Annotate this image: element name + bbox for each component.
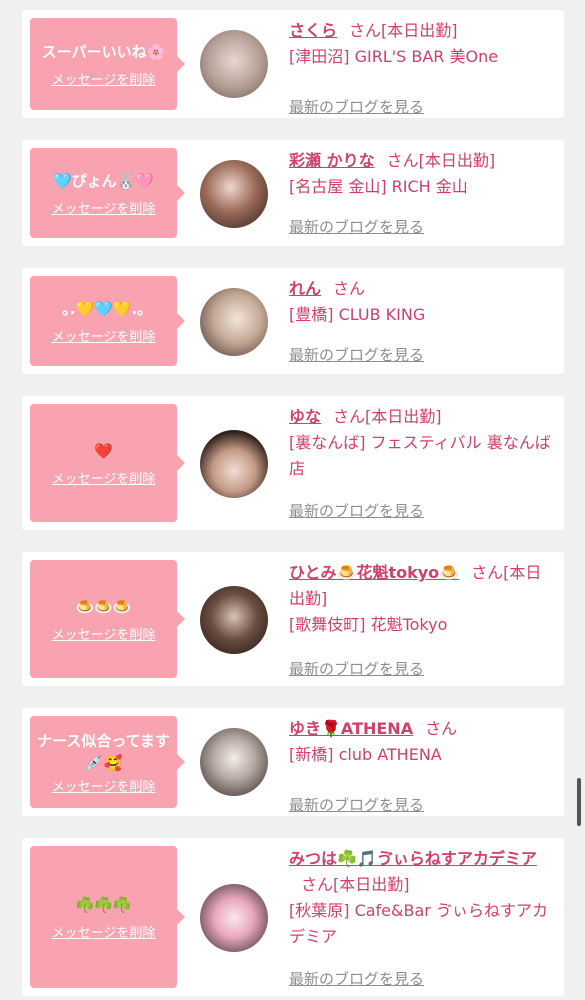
message-bubble: ｡.💛🩵💛.｡ メッセージを削除 bbox=[30, 276, 185, 366]
message-card: スーパーいいね🌸 メッセージを削除 さくら さん[本日出勤] [津田沼] GIRL… bbox=[22, 10, 564, 118]
san-suffix: さん bbox=[333, 407, 366, 426]
avatar[interactable] bbox=[200, 586, 268, 654]
shop-name: [名古屋 金山] RICH 金山 bbox=[289, 177, 468, 196]
shop-name: [秋葉原] Cafe&Bar ゔぃらねすアカデミア bbox=[289, 901, 548, 946]
cast-name-link[interactable]: さくら bbox=[289, 21, 337, 40]
message-card: ｡.💛🩵💛.｡ メッセージを削除 れん さん [豊橋] CLUB KING 最新の… bbox=[22, 268, 564, 374]
blog-link[interactable]: 最新のブログを見る bbox=[289, 656, 424, 682]
message-text: 🩵ぴょん🐰🩷 bbox=[52, 171, 155, 190]
san-suffix: さん bbox=[471, 563, 504, 582]
shop-name: [歌舞伎町] 花魁Tokyo bbox=[289, 615, 448, 634]
delete-message-link[interactable]: メッセージを削除 bbox=[52, 69, 156, 88]
message-text: ｡.💛🩵💛.｡ bbox=[62, 299, 145, 318]
delete-message-link[interactable]: メッセージを削除 bbox=[52, 776, 156, 795]
message-text: 🍮🍮🍮 bbox=[75, 597, 132, 616]
avatar[interactable] bbox=[200, 728, 268, 796]
san-suffix: さん bbox=[425, 719, 458, 738]
san-suffix: さん bbox=[301, 875, 334, 894]
san-suffix: さん bbox=[386, 151, 419, 170]
avatar[interactable] bbox=[200, 30, 268, 98]
message-bubble: 🩵ぴょん🐰🩷 メッセージを削除 bbox=[30, 148, 185, 238]
shop-name: [津田沼] GIRL'S BAR 美One bbox=[289, 47, 499, 66]
blog-link[interactable]: 最新のブログを見る bbox=[289, 94, 424, 120]
cast-name-link[interactable]: れん bbox=[289, 279, 321, 298]
scrollbar[interactable] bbox=[577, 778, 581, 826]
shop-name: [新橋] club ATHENA bbox=[289, 745, 442, 764]
message-bubble: スーパーいいね🌸 メッセージを削除 bbox=[30, 18, 185, 110]
message-bubble: ☘️☘️☘️ メッセージを削除 bbox=[30, 846, 185, 988]
message-bubble: ❤️ メッセージを削除 bbox=[30, 404, 185, 522]
message-bubble: 🍮🍮🍮 メッセージを削除 bbox=[30, 560, 185, 678]
shop-name: [豊橋] CLUB KING bbox=[289, 305, 426, 324]
avatar[interactable] bbox=[200, 160, 268, 228]
avatar[interactable] bbox=[200, 288, 268, 356]
working-badge: [本日出勤] bbox=[333, 875, 410, 894]
blog-link[interactable]: 最新のブログを見る bbox=[289, 342, 424, 368]
delete-message-link[interactable]: メッセージを削除 bbox=[52, 922, 156, 941]
san-suffix: さん bbox=[349, 21, 382, 40]
message-card: ❤️ メッセージを削除 ゆな さん[本日出勤] [裏なんば] フェスティバル 裏な… bbox=[22, 396, 564, 530]
cast-name-link[interactable]: みつは☘️🎵ゔぃらねすアカデミア bbox=[289, 849, 537, 868]
delete-message-link[interactable]: メッセージを削除 bbox=[52, 624, 156, 643]
working-badge: [本日出勤] bbox=[381, 21, 458, 40]
delete-message-link[interactable]: メッセージを削除 bbox=[52, 326, 156, 345]
working-badge: [本日出勤] bbox=[365, 407, 442, 426]
blog-link[interactable]: 最新のブログを見る bbox=[289, 966, 424, 992]
message-card: ナース似合ってます💉🥰 メッセージを削除 ゆき🌹ATHENA さん [新橋] cl… bbox=[22, 708, 564, 816]
shop-name: [裏なんば] フェスティバル 裏なんば店 bbox=[289, 433, 551, 478]
message-card: 🩵ぴょん🐰🩷 メッセージを削除 彩瀬 かりな さん[本日出勤] [名古屋 金山] … bbox=[22, 140, 564, 246]
delete-message-link[interactable]: メッセージを削除 bbox=[52, 468, 156, 487]
blog-link[interactable]: 最新のブログを見る bbox=[289, 214, 424, 240]
message-bubble: ナース似合ってます💉🥰 メッセージを削除 bbox=[30, 716, 185, 808]
blog-link[interactable]: 最新のブログを見る bbox=[289, 792, 424, 818]
message-text: ☘️☘️☘️ bbox=[75, 895, 132, 914]
message-text: ❤️ bbox=[94, 441, 113, 460]
cast-name-link[interactable]: ゆき🌹ATHENA bbox=[289, 719, 413, 738]
message-card: 🍮🍮🍮 メッセージを削除 ひとみ🍮花魁tokyo🍮 さん[本日出勤] [歌舞伎町]… bbox=[22, 552, 564, 686]
san-suffix: さん bbox=[333, 279, 366, 298]
working-badge: [本日出勤] bbox=[418, 151, 496, 170]
message-card: ☘️☘️☘️ メッセージを削除 みつは☘️🎵ゔぃらねすアカデミアさん[本日出勤]… bbox=[22, 838, 564, 996]
cast-name-link[interactable]: ゆな bbox=[289, 407, 321, 426]
message-text: ナース似合ってます💉🥰 bbox=[37, 731, 170, 772]
message-text: スーパーいいね🌸 bbox=[41, 42, 166, 61]
cast-name-link[interactable]: ひとみ🍮花魁tokyo🍮 bbox=[289, 563, 459, 582]
avatar[interactable] bbox=[200, 884, 268, 952]
cast-name-link[interactable]: 彩瀬 かりな bbox=[289, 151, 375, 170]
blog-link[interactable]: 最新のブログを見る bbox=[289, 498, 424, 524]
delete-message-link[interactable]: メッセージを削除 bbox=[52, 198, 156, 217]
avatar[interactable] bbox=[200, 430, 268, 498]
